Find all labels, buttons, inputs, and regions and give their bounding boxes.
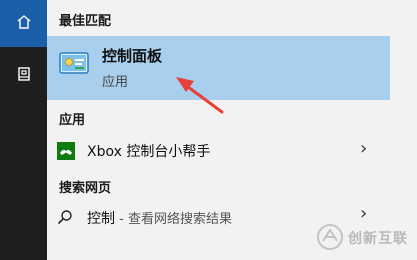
watermark-text: 创新互联	[348, 231, 408, 247]
watermark: 创新互联	[315, 216, 417, 260]
watermark-logo-icon	[317, 224, 343, 254]
